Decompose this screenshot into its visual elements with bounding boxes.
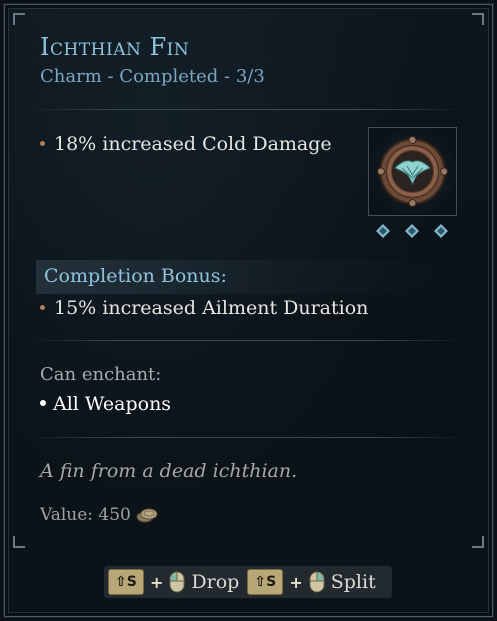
key-label: ⇧S [115, 574, 137, 590]
diamond-pip-icon [376, 224, 390, 238]
bullet-icon [40, 140, 45, 146]
value-text: Value: 450 [40, 505, 131, 525]
plus-sign: + [289, 572, 303, 592]
divider [36, 109, 456, 110]
frame-corner [13, 13, 25, 25]
enchant-item-text: All Weapons [53, 393, 172, 415]
item-name: Ichthian Fin [40, 33, 190, 61]
key-label: ⇧S [254, 574, 277, 590]
coin-icon [136, 508, 158, 523]
completion-bonus-label: Completion Bonus: [44, 265, 227, 287]
left-mouse-icon [169, 571, 185, 593]
diamond-pip-icon [434, 224, 448, 238]
enchant-item: All Weapons [40, 393, 171, 415]
modifier-line: 18% increased Cold Damage [40, 133, 332, 155]
hint-drop-label: Drop [191, 571, 240, 593]
completion-pips [376, 224, 448, 238]
completion-bonus-line: 15% increased Ailment Duration [40, 297, 368, 319]
shift-key: ⇧S [247, 569, 284, 595]
diamond-pip-icon [405, 224, 419, 238]
hint-split-label: Split [330, 571, 376, 593]
plus-sign: + [150, 572, 164, 592]
modifier-text: 18% increased Cold Damage [54, 133, 332, 155]
right-mouse-icon [309, 571, 325, 593]
modifier-text: 15% increased Ailment Duration [54, 297, 369, 319]
fin-charm-icon [368, 127, 457, 216]
item-subtitle: Charm - Completed - 3/3 [40, 66, 265, 87]
item-value: Value: 450 [40, 505, 158, 525]
bullet-icon [40, 304, 45, 310]
bullet-icon [40, 400, 46, 406]
enchant-label: Can enchant: [40, 364, 162, 385]
frame-corner [472, 13, 484, 25]
divider [36, 340, 456, 341]
frame-corner [13, 536, 25, 548]
controls-hint-bar: ⇧S + Drop ⇧S + Split [104, 566, 392, 598]
frame-corner [472, 536, 484, 548]
shift-key: ⇧S [108, 569, 144, 595]
divider [36, 437, 456, 438]
flavor-text: A fin from a dead ichthian. [40, 460, 298, 482]
